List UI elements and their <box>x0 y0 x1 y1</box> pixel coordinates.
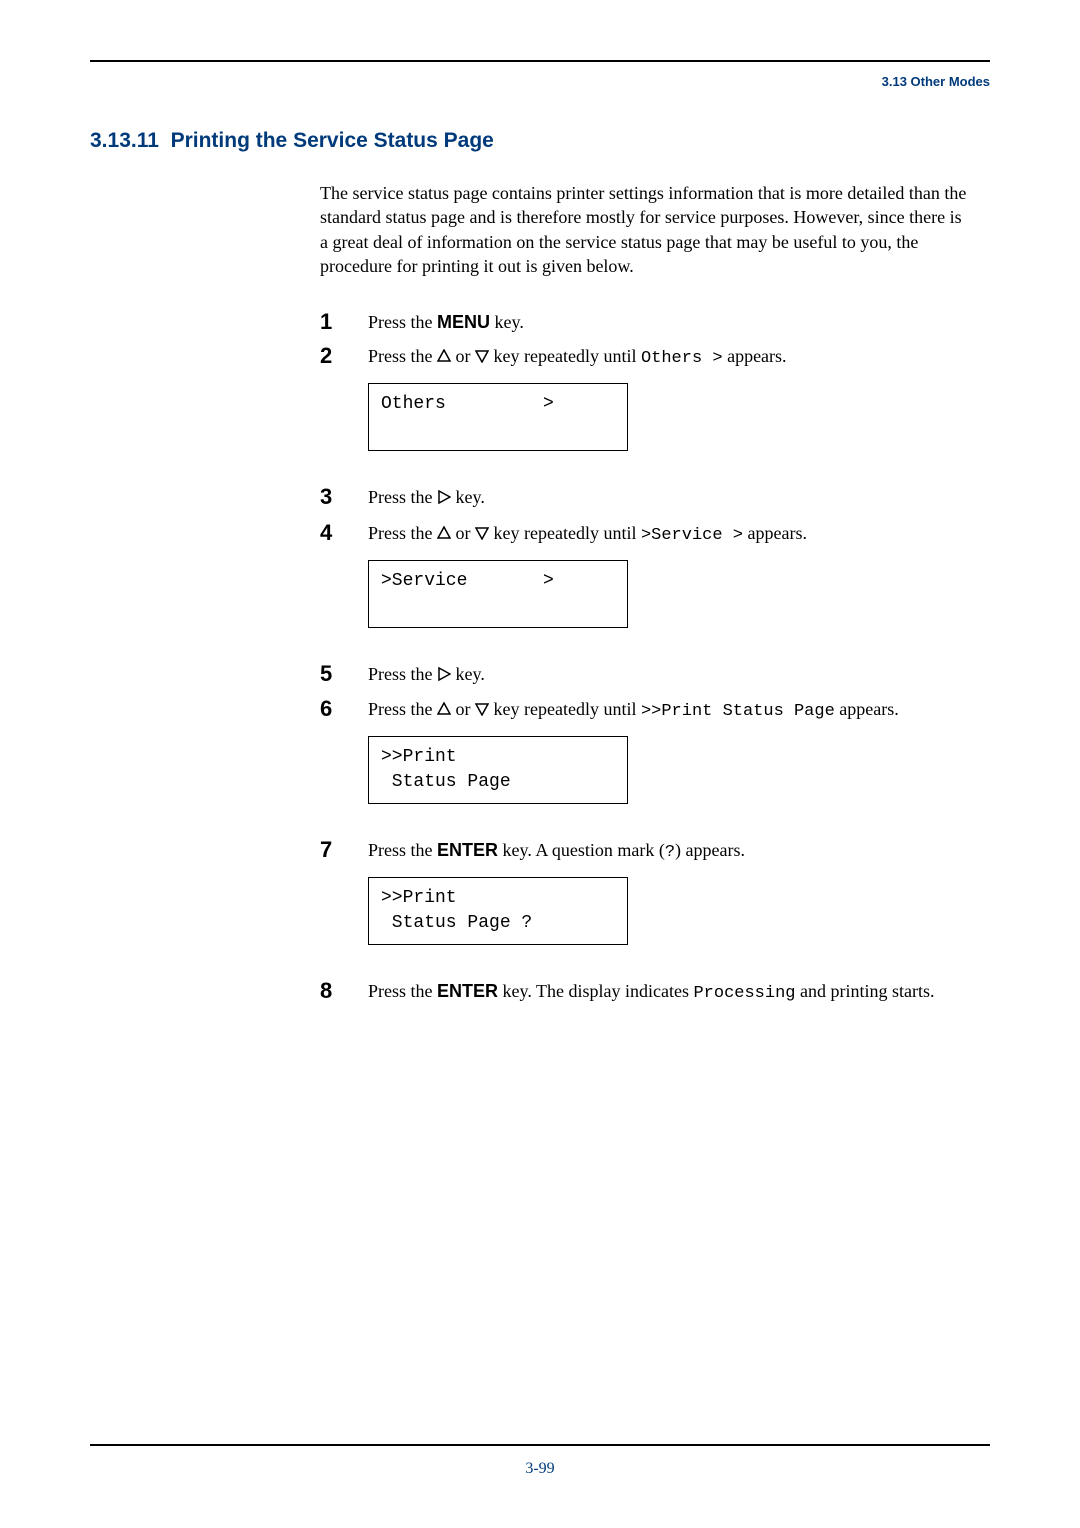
triangle-up-icon <box>437 698 451 722</box>
step-text-suffix: appears. <box>743 523 807 543</box>
step-text-suffix: key. <box>490 312 524 332</box>
triangle-up-icon <box>437 522 451 546</box>
step-7: 7 Press the ENTER key. A question mark (… <box>320 838 970 969</box>
triangle-down-icon <box>475 698 489 722</box>
step-text-mid: key. A question mark ( <box>498 840 665 860</box>
enter-key-label: ENTER <box>437 840 498 860</box>
lcd-display-print-status: >>Print Status Page <box>368 736 628 804</box>
step-text-mid: key repeatedly until <box>489 523 641 543</box>
step-body: Press the ENTER key. The display indicat… <box>368 979 970 1006</box>
step-text: Press the <box>368 840 437 860</box>
menu-key-label: MENU <box>437 312 490 332</box>
intro-paragraph: The service status page contains printer… <box>320 181 970 278</box>
step-5: 5 Press the key. <box>320 662 970 687</box>
section-title: 3.13.11 Printing the Service Status Page <box>90 129 990 153</box>
step-3: 3 Press the key. <box>320 485 970 510</box>
step-text: Press the <box>368 312 437 332</box>
step-number: 4 <box>320 521 368 545</box>
step-number: 2 <box>320 344 368 368</box>
step-text-mid: key repeatedly until <box>489 346 641 366</box>
page-number: 3-99 <box>90 1460 990 1478</box>
step-text: Press the <box>368 487 437 507</box>
enter-key-label: ENTER <box>437 981 498 1001</box>
triangle-right-icon <box>437 486 451 510</box>
step-text: Press the <box>368 346 437 366</box>
step-text-suffix: key. <box>451 664 485 684</box>
step-body: Press the key. <box>368 662 970 687</box>
step-text: Press the <box>368 664 437 684</box>
step-text-suffix: and printing starts. <box>796 981 935 1001</box>
lcd-display-print-status-question: >>Print Status Page ? <box>368 877 628 945</box>
triangle-down-icon <box>475 345 489 369</box>
triangle-down-icon <box>475 522 489 546</box>
section-title-number: 3.13.11 <box>90 129 159 152</box>
lcd-display-others: Others > <box>368 383 628 451</box>
step-number: 5 <box>320 662 368 686</box>
step-body: Press the key. <box>368 485 970 510</box>
mono-text: Others > <box>641 349 723 368</box>
step-text-mid: key repeatedly until <box>489 699 641 719</box>
section-title-text: Printing the Service Status Page <box>171 129 494 152</box>
bottom-rule <box>90 1444 990 1446</box>
step-number: 7 <box>320 838 368 862</box>
step-body: Press the or key repeatedly until >Servi… <box>368 521 970 652</box>
step-body: Press the or key repeatedly until >>Prin… <box>368 697 970 828</box>
mono-text: >>Print Status Page <box>641 702 835 721</box>
step-text: Press the <box>368 699 437 719</box>
header-section-label: 3.13 Other Modes <box>90 74 990 89</box>
step-text-suffix: ) appears. <box>675 840 745 860</box>
mono-text: Processing <box>693 984 795 1003</box>
mono-text: ? <box>665 843 675 862</box>
step-1: 1 Press the MENU key. <box>320 310 970 334</box>
step-8: 8 Press the ENTER key. The display indic… <box>320 979 970 1006</box>
step-text: Press the <box>368 981 437 1001</box>
step-text-suffix: appears. <box>723 346 787 366</box>
step-text-mid: key. The display indicates <box>498 981 693 1001</box>
step-text: Press the <box>368 523 437 543</box>
step-number: 1 <box>320 310 368 334</box>
triangle-right-icon <box>437 663 451 687</box>
step-text-suffix: key. <box>451 487 485 507</box>
step-number: 3 <box>320 485 368 509</box>
step-number: 8 <box>320 979 368 1003</box>
step-body: Press the ENTER key. A question mark (?)… <box>368 838 970 969</box>
step-number: 6 <box>320 697 368 721</box>
lcd-display-service: >Service > <box>368 560 628 628</box>
top-rule <box>90 60 990 62</box>
step-2: 2 Press the or key repeatedly until Othe… <box>320 344 970 475</box>
triangle-up-icon <box>437 345 451 369</box>
step-4: 4 Press the or key repeatedly until >Ser… <box>320 521 970 652</box>
step-body: Press the or key repeatedly until Others… <box>368 344 970 475</box>
step-text-suffix: appears. <box>835 699 899 719</box>
step-6: 6 Press the or key repeatedly until >>Pr… <box>320 697 970 828</box>
mono-text: >Service > <box>641 526 743 545</box>
step-body: Press the MENU key. <box>368 310 970 334</box>
